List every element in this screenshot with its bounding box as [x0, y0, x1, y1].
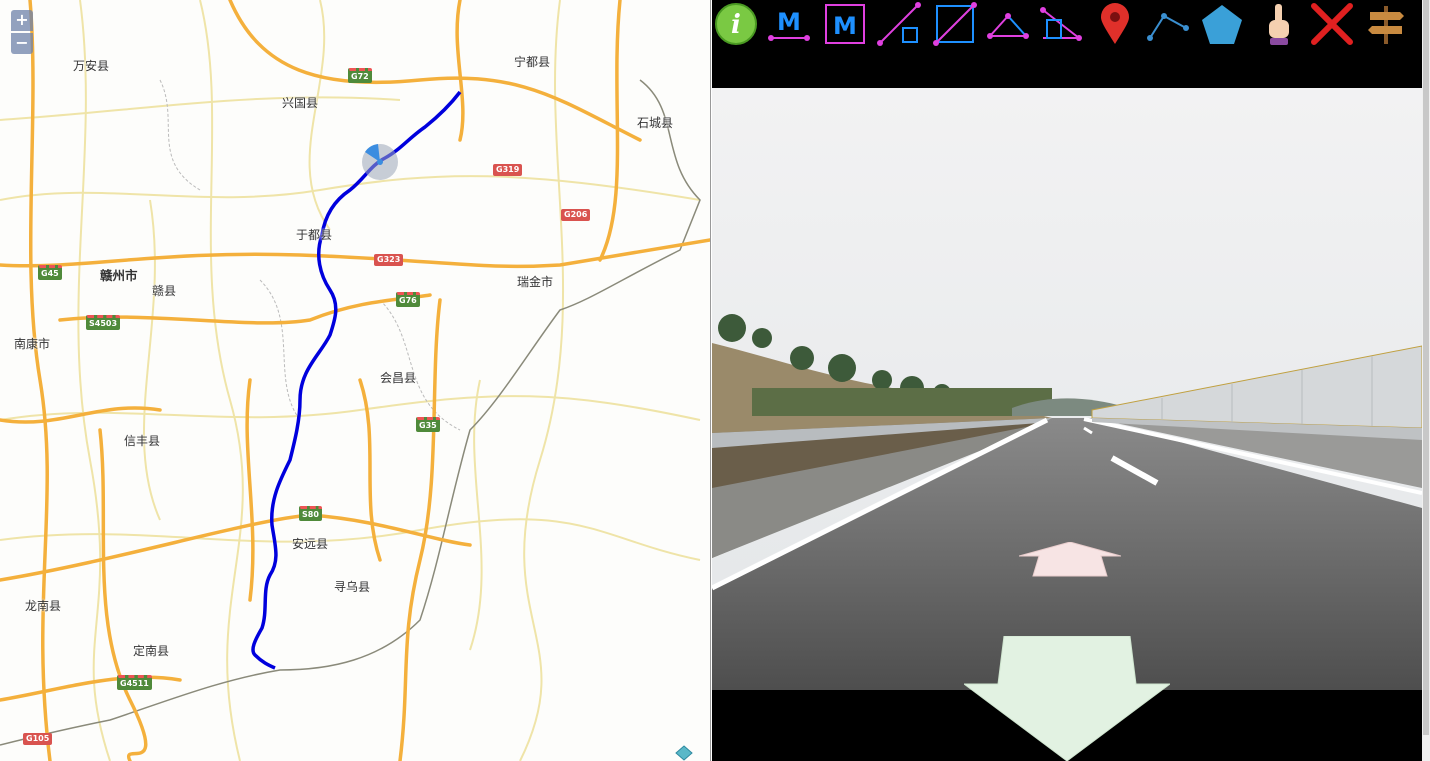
- zoom-in-button[interactable]: +: [11, 10, 33, 31]
- close-x-icon[interactable]: [1310, 2, 1354, 46]
- slope-box-icon[interactable]: [933, 2, 977, 46]
- angle-measure-icon[interactable]: [986, 2, 1030, 46]
- measure-glyph: M: [833, 12, 857, 40]
- road-shield: S4503: [86, 315, 121, 330]
- toolbar: i M M: [712, 0, 1422, 88]
- road-shield: G319: [493, 164, 523, 176]
- measure-glyph: M: [777, 8, 801, 36]
- street-view-panel: i M M: [712, 0, 1430, 761]
- info-icon[interactable]: i: [714, 2, 758, 46]
- place-label: 信丰县: [124, 434, 161, 448]
- road-shield: G72: [348, 68, 372, 83]
- vertical-scrollbar[interactable]: [1422, 0, 1430, 761]
- slope-up-icon[interactable]: [877, 2, 921, 46]
- place-label: 瑞金市: [517, 275, 554, 289]
- road-shield: G105: [23, 733, 53, 745]
- road-shield: G45: [38, 265, 62, 280]
- road-shield: S80: [299, 506, 322, 521]
- signpost-icon[interactable]: [1364, 2, 1408, 46]
- place-label: 定南县: [133, 644, 170, 658]
- road-shield: G323: [374, 254, 404, 266]
- road-shield: G4511: [117, 675, 152, 690]
- place-label-city: 赣州市: [100, 268, 138, 283]
- place-label: 兴国县: [282, 96, 319, 110]
- place-label: 于都县: [296, 228, 333, 242]
- map-pin-icon[interactable]: [1093, 2, 1137, 46]
- place-label: 寻乌县: [334, 580, 371, 594]
- layers-icon[interactable]: [674, 744, 694, 761]
- place-label: 万安县: [73, 59, 110, 73]
- scrollbar-thumb[interactable]: [1423, 0, 1429, 735]
- zoom-out-button[interactable]: −: [11, 33, 33, 54]
- svg-text:i: i: [731, 10, 741, 40]
- street-view-image[interactable]: [712, 88, 1422, 690]
- place-label: 宁都县: [514, 55, 551, 69]
- map-canvas[interactable]: [0, 0, 710, 761]
- place-label: 龙南县: [25, 599, 62, 613]
- road-shield: G206: [561, 209, 591, 221]
- place-label: 会昌县: [380, 371, 417, 385]
- place-label: 赣县: [152, 284, 177, 298]
- place-label: 安远县: [292, 537, 329, 551]
- road-shield: G76: [396, 292, 420, 307]
- measure-distance-icon[interactable]: M: [767, 2, 811, 46]
- back-arrow-icon[interactable]: [964, 636, 1170, 761]
- pointer-hand-icon[interactable]: [1257, 2, 1301, 46]
- polyline-icon[interactable]: [1146, 2, 1190, 46]
- forward-arrow-icon[interactable]: [1019, 542, 1121, 578]
- map-panel[interactable]: + − 万安县 兴国县 宁都县 石城县 于都县 赣州市 赣县 瑞金市 南康市 会…: [0, 0, 711, 761]
- measure-height-icon[interactable]: M: [823, 2, 867, 46]
- place-label: 石城县: [637, 116, 674, 130]
- place-label: 南康市: [14, 337, 51, 351]
- road-shield: G35: [416, 417, 440, 432]
- polygon-icon[interactable]: [1200, 2, 1244, 46]
- angle-box-icon[interactable]: [1039, 2, 1083, 46]
